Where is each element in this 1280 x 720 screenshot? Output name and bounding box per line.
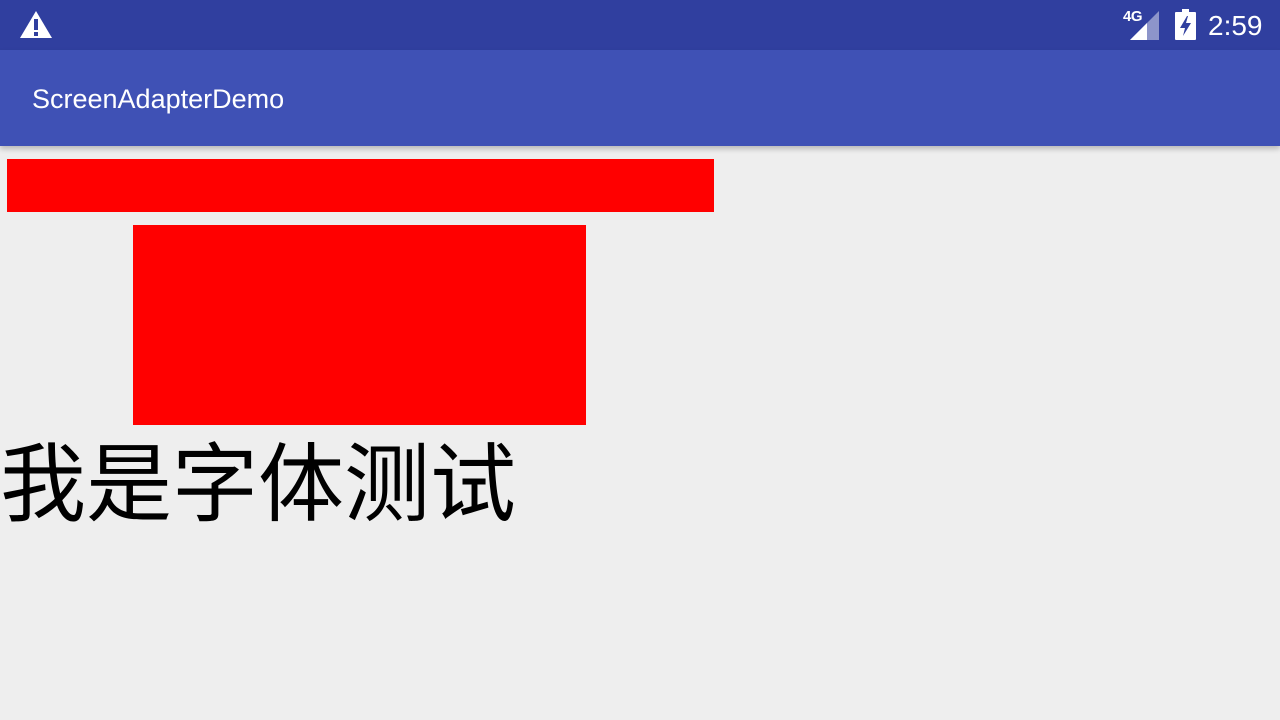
warning-icon[interactable] [19,9,53,39]
red-box-block [133,225,586,425]
battery-charging-icon [1175,9,1196,40]
red-wide-block [7,159,714,212]
app-bar: ScreenAdapterDemo [0,50,1280,146]
status-clock: 2:59 [1208,10,1263,41]
signal-icon [1130,11,1159,40]
app-title: ScreenAdapterDemo [32,84,285,114]
status-bar: 4G 2:59 [0,0,1280,50]
font-test-text: 我是字体测试 [0,435,516,535]
